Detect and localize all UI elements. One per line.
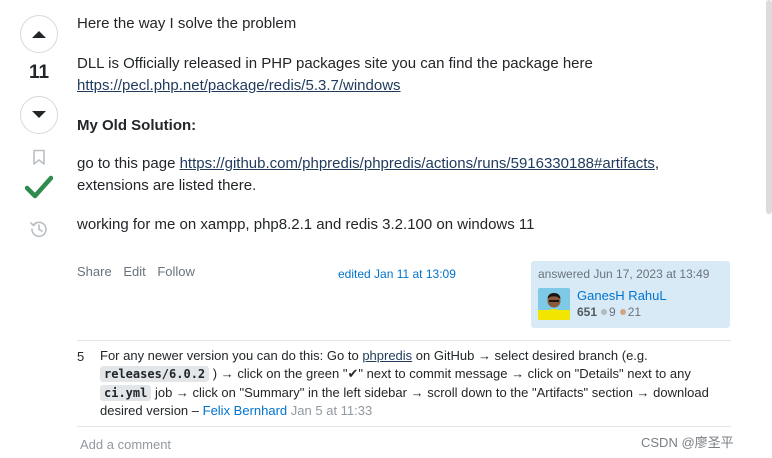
upvote-arrow-icon [32, 31, 46, 38]
accepted-answer-indicator [25, 174, 53, 200]
history-icon [30, 221, 47, 238]
bookmark-icon [33, 149, 45, 165]
answer-text-line: go to this page https://github.com/phpre… [77, 154, 659, 173]
answer-text-fragment: go to this page [77, 155, 180, 172]
answerer-user-card: answered Jun 17, 2023 at 13:49 GanesH Ra… [531, 261, 730, 328]
silver-badge-icon [601, 309, 608, 316]
bookmark-button[interactable] [27, 145, 51, 169]
avatar[interactable] [538, 288, 570, 320]
comment-divider [77, 426, 731, 427]
watermark: CSDN @廖圣平 [641, 435, 734, 450]
ci-file-code: ci.yml [100, 385, 152, 401]
follow-link[interactable]: Follow [157, 264, 195, 279]
comment-user-link[interactable]: Felix Bernhard [203, 403, 288, 418]
comment-text-fragment: on GitHub → select desired branch (e.g. [412, 348, 648, 363]
user-name-link[interactable]: GanesH RahuL [577, 288, 667, 303]
comment-score: 5 [77, 349, 85, 364]
answer-text-fragment: , [654, 155, 660, 172]
answer-text-line: Here the way I solve the problem [77, 15, 297, 32]
scrollbar[interactable] [766, 0, 772, 214]
comment-text-line: desired version – Felix Bernhard Jan 5 a… [100, 402, 372, 420]
comment-text-fragment: job → click on "Summary" in the left sid… [151, 385, 709, 400]
edit-link[interactable]: Edit [123, 264, 145, 279]
user-reputation: 651 9 21 [577, 305, 641, 319]
comment-date-link[interactable]: Jan 5 at 11:33 [291, 403, 372, 418]
comment-text-fragment: desired version – [100, 403, 203, 418]
upvote-button[interactable] [20, 15, 58, 53]
github-artifacts-link[interactable]: https://github.com/phpredis/phpredis/act… [180, 155, 655, 172]
bronze-badge-icon [619, 309, 626, 316]
answer-text-line: working for me on xampp, php8.2.1 and re… [77, 216, 535, 233]
branch-code: releases/6.0.2 [100, 366, 210, 382]
comment-text-line: releases/6.0.2 ) → click on the green "✔… [100, 365, 691, 383]
reputation-score: 651 [577, 305, 598, 319]
comment-text-fragment: ) → click on the green "✔" next to commi… [212, 366, 691, 381]
answered-timestamp: answered Jun 17, 2023 at 13:49 [538, 267, 710, 281]
downvote-button[interactable] [20, 96, 58, 134]
edited-timestamp-link[interactable]: edited Jan 11 at 13:09 [338, 267, 456, 281]
user-avatar-image [538, 288, 570, 320]
bronze-badge-count: 21 [627, 305, 642, 319]
downvote-arrow-icon [32, 111, 46, 118]
silver-badge-count: 9 [609, 305, 616, 319]
pecl-package-link[interactable]: https://pecl.php.net/package/redis/5.3.7… [77, 77, 401, 94]
revision-history-button[interactable] [27, 217, 51, 241]
comment-text-line: ci.yml job → click on "Summary" in the l… [100, 384, 709, 402]
share-link[interactable]: Share [77, 264, 112, 279]
comment-text-line: For any newer version you can do this: G… [100, 347, 648, 365]
phpredis-link[interactable]: phpredis [362, 348, 412, 363]
post-menu: Share Edit Follow [77, 264, 203, 279]
add-comment-link[interactable]: Add a comment [80, 437, 171, 452]
comment-text-fragment: For any newer version you can do this: G… [100, 348, 363, 363]
answer-subheading: My Old Solution: [77, 117, 197, 134]
comment-divider [77, 340, 731, 341]
accepted-check-icon [25, 175, 53, 199]
answer-text-line: DLL is Officially released in PHP packag… [77, 55, 593, 72]
answer-text-line: extensions are listed there. [77, 177, 257, 194]
vote-count: 11 [28, 62, 50, 83]
